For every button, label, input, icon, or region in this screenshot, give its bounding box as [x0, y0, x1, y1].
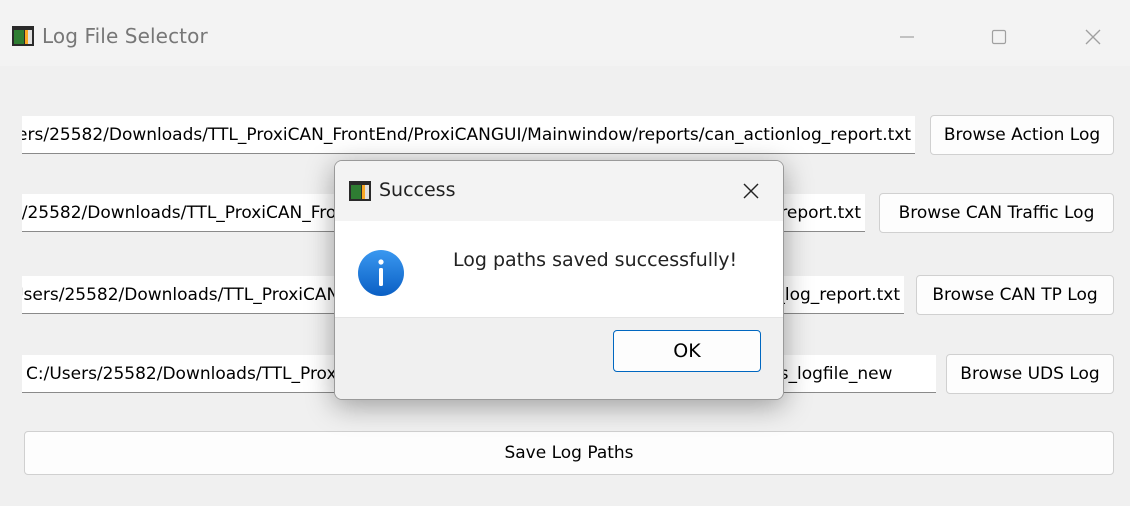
browse-can-traffic-log-button[interactable]: Browse CAN Traffic Log [879, 193, 1114, 233]
maximize-icon [991, 29, 1007, 45]
dialog-message: Log paths saved successfully! [453, 249, 738, 271]
minimize-button[interactable] [884, 14, 930, 60]
ok-button[interactable]: OK [613, 330, 761, 372]
close-button[interactable] [1070, 14, 1116, 60]
close-icon [743, 183, 759, 199]
info-icon [358, 250, 404, 296]
close-icon [1085, 29, 1101, 45]
maximize-button[interactable] [976, 14, 1022, 60]
action-log-path-input[interactable]: C:/Users/25582/Downloads/TTL_ProxiCAN_Fr… [22, 116, 915, 154]
window-title: Log File Selector [42, 24, 208, 48]
browse-action-log-button[interactable]: Browse Action Log [930, 115, 1114, 155]
dialog-footer: OK [335, 317, 783, 399]
save-log-paths-button[interactable]: Save Log Paths [24, 431, 1114, 475]
dialog-body: Log paths saved successfully! [335, 221, 783, 317]
browse-uds-log-button[interactable]: Browse UDS Log [946, 354, 1114, 394]
app-window-icon [349, 181, 371, 201]
action-log-path-text: C:/Users/25582/Downloads/TTL_ProxiCAN_Fr… [22, 125, 911, 145]
dialog-titlebar: Success [335, 161, 783, 221]
window-titlebar: Log File Selector [0, 0, 1130, 66]
dialog-close-button[interactable] [733, 173, 769, 209]
app-window-icon [12, 26, 34, 46]
success-dialog: Success Log paths saved successfully! OK [334, 160, 784, 400]
minimize-icon [900, 36, 914, 38]
browse-can-tp-log-button[interactable]: Browse CAN TP Log [916, 275, 1114, 315]
dialog-title: Success [379, 179, 456, 201]
